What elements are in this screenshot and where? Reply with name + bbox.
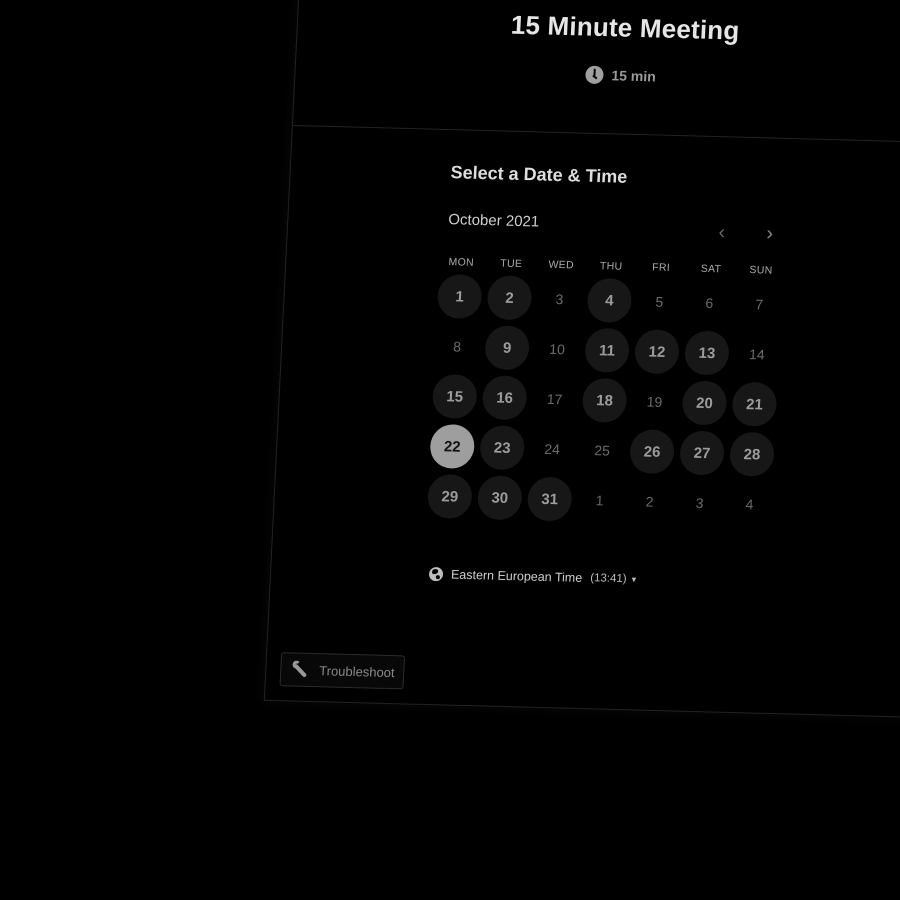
calendar-day[interactable]: 4 xyxy=(586,277,633,323)
section-heading: Select a Date & Time xyxy=(450,162,628,187)
weekday-label: WED xyxy=(548,258,575,272)
next-month-day: 1 xyxy=(595,492,604,509)
duration-label: 15 min xyxy=(611,67,657,85)
weekday-label: MON xyxy=(448,256,475,269)
calendar-day[interactable]: 13 xyxy=(683,330,730,376)
next-month-button[interactable]: › xyxy=(757,222,782,246)
calendar-day: 14 xyxy=(748,346,766,363)
calendar-day[interactable]: 2 xyxy=(486,275,533,321)
weekday-label: SAT xyxy=(700,262,722,276)
calendar-day[interactable]: 29 xyxy=(426,473,473,519)
calendar-day: 5 xyxy=(655,293,664,310)
calendar-day[interactable]: 31 xyxy=(526,476,573,522)
globe-icon xyxy=(428,566,444,582)
timezone-time: (13:41) xyxy=(589,572,627,586)
calendar-day: 17 xyxy=(546,390,563,408)
calendar-day: 25 xyxy=(593,442,611,459)
next-month-day: 4 xyxy=(745,496,754,513)
weekday-label: TUE xyxy=(499,257,523,271)
calendar-day[interactable]: 15 xyxy=(431,373,478,420)
clock-icon xyxy=(585,65,604,85)
event-title: 15 Minute Meeting xyxy=(510,9,741,46)
troubleshoot-label: Troubleshoot xyxy=(318,662,396,680)
wrench-icon xyxy=(291,660,310,678)
screen: 15 Minute Meeting 15 min Select a Date &… xyxy=(0,0,900,900)
calendar-day[interactable]: 30 xyxy=(476,475,523,521)
calendar-day[interactable]: 16 xyxy=(481,375,528,421)
calendar-day[interactable]: 22 xyxy=(429,423,476,470)
next-month-day: 2 xyxy=(645,493,654,510)
event-header: 15 Minute Meeting 15 min xyxy=(292,0,900,145)
calendar-day[interactable]: 18 xyxy=(581,377,628,423)
calendar-day: 8 xyxy=(452,338,462,355)
timezone-name: Eastern European Time xyxy=(450,567,583,585)
calendar-day[interactable]: 28 xyxy=(728,431,776,477)
calendar-day[interactable]: 26 xyxy=(629,429,676,475)
next-month-day: 3 xyxy=(695,494,704,512)
calendar-day[interactable]: 20 xyxy=(681,380,728,426)
calendar-day: 24 xyxy=(544,440,561,458)
calendar-day: 19 xyxy=(646,393,663,410)
calendar-grid: 1 2 3 4 5 6 7 8 9 10 11 12 13 14 15 16 17 18 19 20 21 22 23 24 2… xyxy=(424,271,786,530)
calendar-day[interactable]: 27 xyxy=(678,430,726,476)
weekday-label: SUN xyxy=(749,264,773,277)
calendar-day: 3 xyxy=(555,291,564,308)
month-label: October 2021 xyxy=(447,211,540,231)
timezone-selector[interactable]: Eastern European Time (13:41) ▾ xyxy=(428,566,637,586)
calendar-day[interactable]: 1 xyxy=(436,273,483,320)
calendar-day[interactable]: 9 xyxy=(484,325,531,371)
calendar-day: 7 xyxy=(755,296,764,313)
caret-down-icon: ▾ xyxy=(631,573,637,584)
previous-month-button[interactable]: ‹ xyxy=(709,221,734,245)
troubleshoot-button[interactable]: Troubleshoot xyxy=(279,652,406,690)
weekday-label: FRI xyxy=(651,261,671,274)
weekday-label: THU xyxy=(599,260,623,273)
calendar-day[interactable]: 11 xyxy=(583,327,631,373)
calendar-day[interactable]: 12 xyxy=(633,329,681,375)
booking-card: 15 Minute Meeting 15 min Select a Date &… xyxy=(263,0,900,720)
calendar-day: 6 xyxy=(705,294,714,312)
calendar-day[interactable]: 23 xyxy=(479,425,526,471)
event-duration: 15 min xyxy=(585,65,657,86)
calendar-day: 10 xyxy=(548,340,566,358)
calendar-day[interactable]: 21 xyxy=(731,381,778,427)
